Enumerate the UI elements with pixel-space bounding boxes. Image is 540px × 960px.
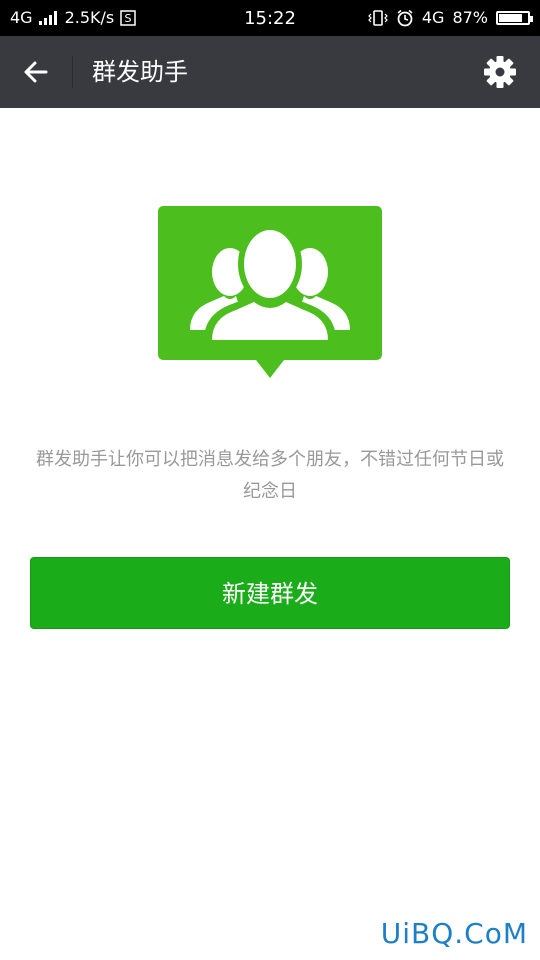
gear-icon <box>484 56 516 88</box>
description-text: 群发助手让你可以把消息发给多个朋友，不错过任何节日或纪念日 <box>36 449 504 502</box>
settings-button[interactable] <box>480 52 520 92</box>
app-bar-divider <box>72 56 73 88</box>
watermark: UiBQ.CoM <box>380 917 528 950</box>
arrow-left-icon <box>24 61 48 83</box>
back-button[interactable] <box>16 52 56 92</box>
new-broadcast-button[interactable]: 新建群发 <box>30 557 510 629</box>
app-bar: 群发助手 <box>0 36 540 108</box>
vibrate-icon <box>368 9 388 26</box>
battery-icon <box>496 10 533 25</box>
status-right: 4G 87% <box>368 8 533 27</box>
group-chat-icon <box>158 206 382 378</box>
page-title: 群发助手 <box>92 58 188 86</box>
alarm-icon <box>397 9 413 26</box>
battery-percent: 87% <box>452 8 488 27</box>
network-type-right: 4G <box>421 8 445 27</box>
status-bar: 4G 2.5K/s S 15:22 4G 87% <box>0 0 540 36</box>
